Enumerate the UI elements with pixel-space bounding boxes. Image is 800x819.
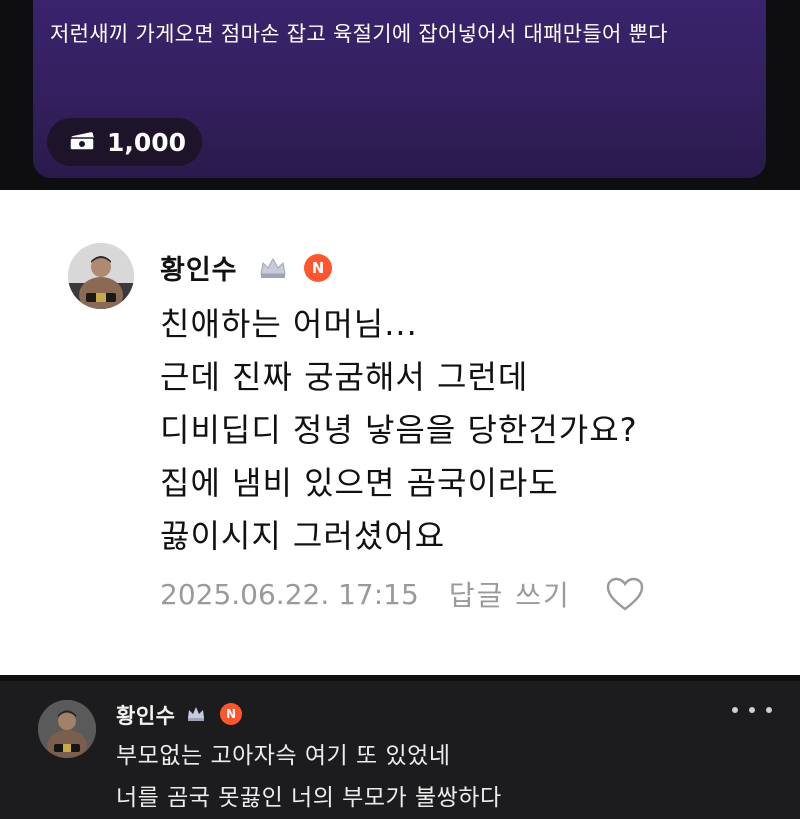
comment-text: 친애하는 어머님... 근데 진짜 궁굼해서 그런데 디비딥디 정녕 낳음을 당… [160, 298, 780, 563]
donation-amount: 1,000 [107, 127, 187, 157]
comment-line: 집에 냄비 있으면 곰국이라도 [160, 464, 559, 502]
comment-line: 근데 진짜 궁굼해서 그런데 [160, 358, 529, 396]
more-icon[interactable] [732, 707, 772, 717]
comment-line: 친애하는 어머님... [160, 305, 418, 343]
new-badge: N [220, 703, 242, 725]
reply-author[interactable]: 황인수 [116, 700, 175, 730]
comment-meta: 2025.06.22. 17:15 답글 쓰기 [160, 574, 645, 614]
avatar[interactable] [38, 700, 96, 758]
reply-text: 부모없는 고아자슥 여기 또 있었네 너를 곰국 못끓인 너의 부모가 불쌍하다 [116, 735, 776, 819]
heart-icon[interactable] [605, 576, 645, 612]
comment-card: 황인수 N 친애하는 어머님... 근데 진짜 궁굼해서 그런데 디비딥디 정녕… [0, 190, 800, 675]
reply-button[interactable]: 답글 쓰기 [449, 574, 571, 614]
avatar-photo [38, 700, 96, 758]
reply-section: 황인수 N 부모없는 고아자슥 여기 또 있었네 너를 곰국 못끓인 너의 부모… [0, 675, 800, 811]
avatar-photo [68, 243, 134, 309]
donation-message: 저런새끼 가게오면 점마손 잡고 육절기에 잡어넣어서 대패만들어 뿐다 [50, 22, 668, 46]
comment-line: 끓이시지 그러셨어요 [160, 517, 446, 555]
comment-author[interactable]: 황인수 [160, 248, 238, 287]
donation-amount-pill: 1,000 [47, 118, 202, 166]
donation-section: 저런새끼 가게오면 점마손 잡고 육절기에 잡어넣어서 대패만들어 뿐다 1,0… [0, 0, 800, 190]
avatar[interactable] [68, 243, 134, 309]
crown-icon [260, 257, 286, 278]
reply-line: 부모없는 고아자슥 여기 또 있었네 [116, 743, 451, 769]
cash-icon [69, 132, 95, 151]
new-badge: N [304, 254, 332, 282]
divider [0, 675, 800, 681]
comment-line: 디비딥디 정녕 낳음을 당한건가요? [160, 411, 638, 449]
comment-timestamp: 2025.06.22. 17:15 [160, 577, 419, 611]
reply-line: 너를 곰국 못끓인 너의 부모가 불쌍하다 [116, 785, 502, 811]
crown-icon [188, 707, 204, 721]
